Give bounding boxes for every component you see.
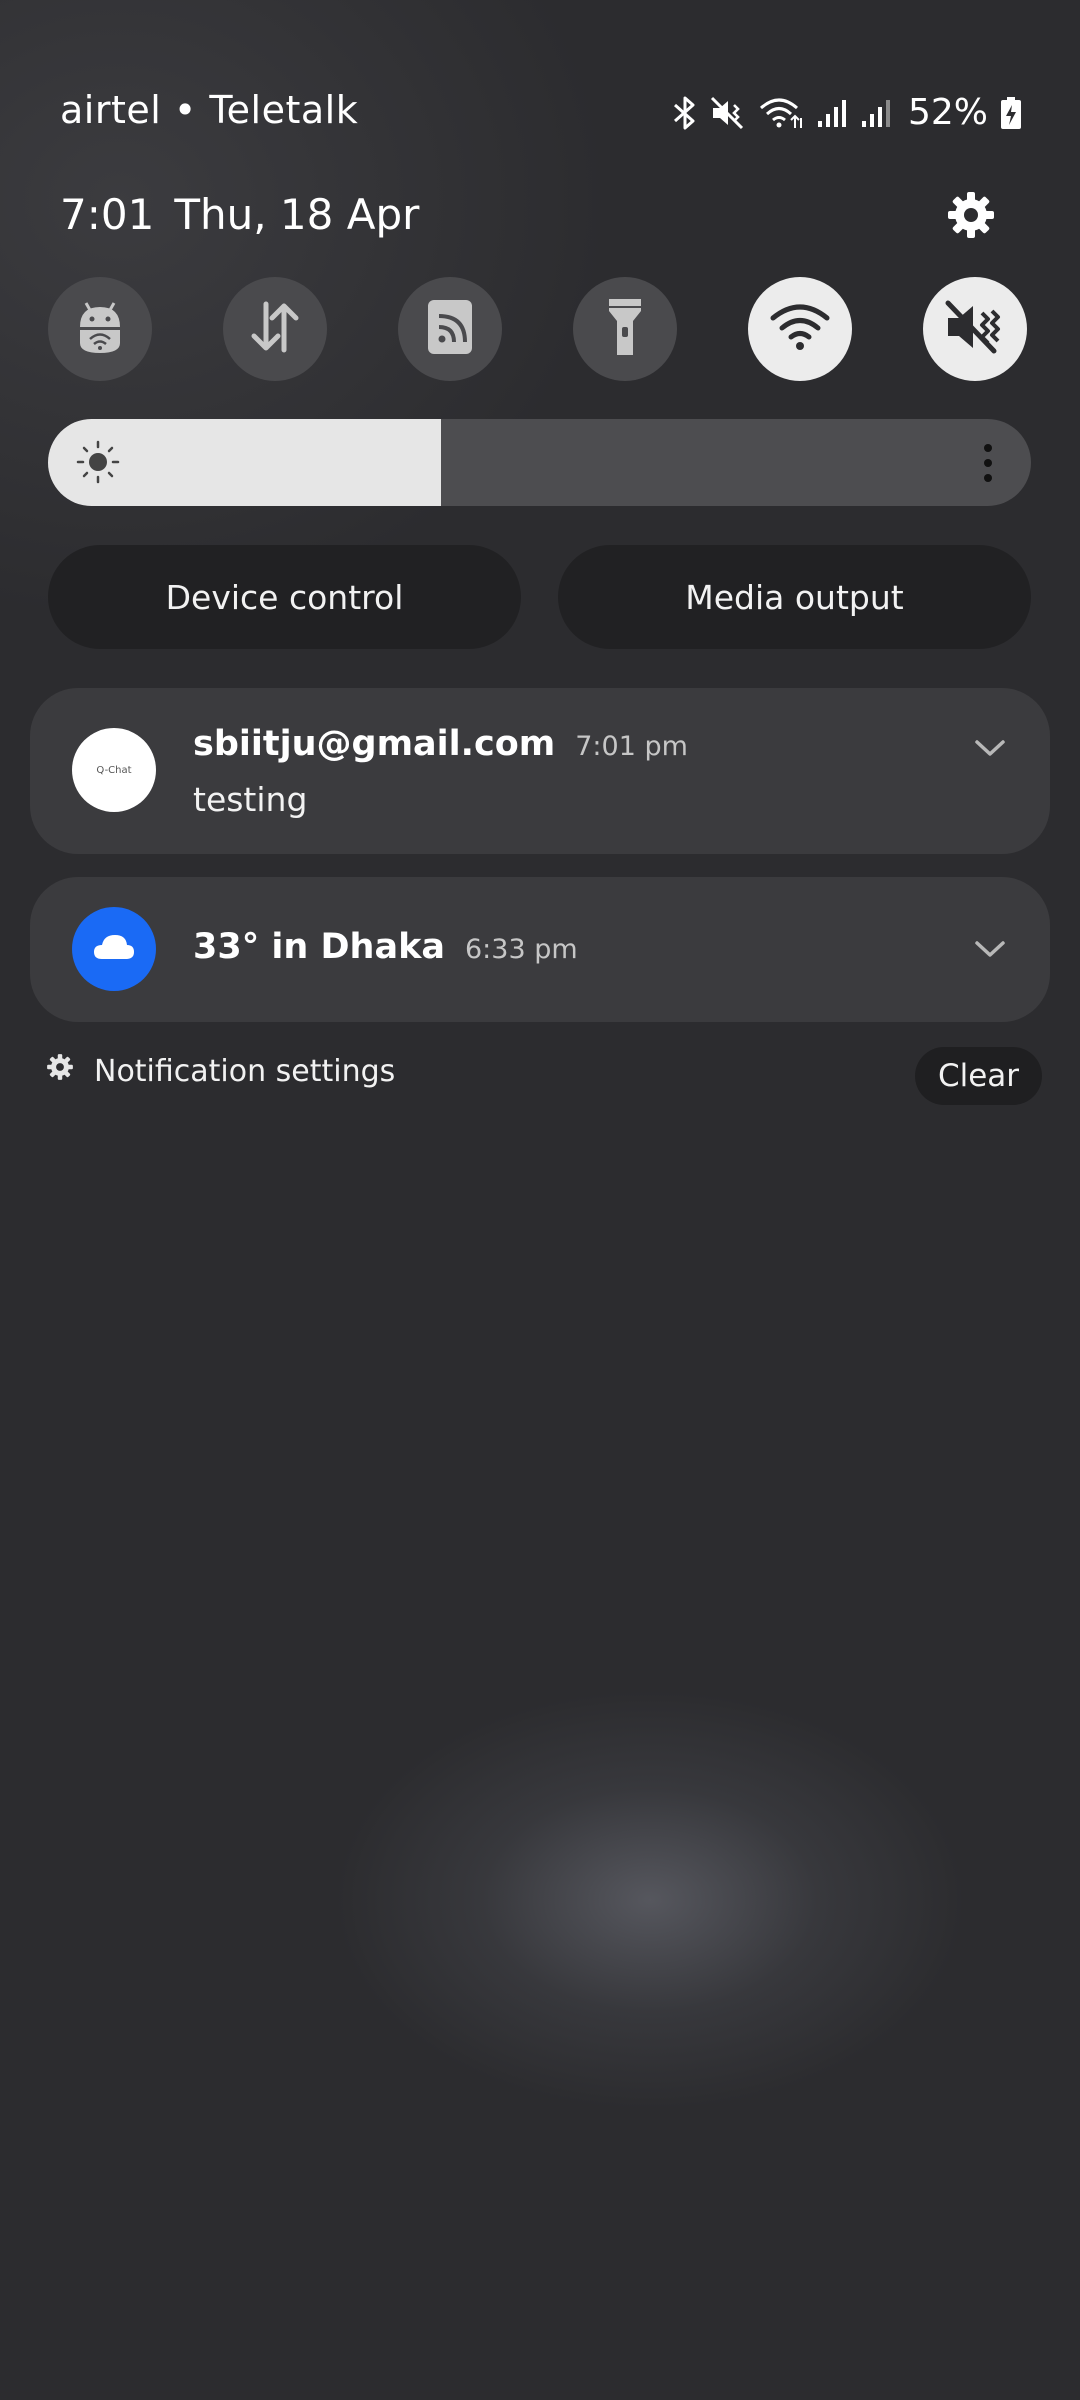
notification-settings-link[interactable]: Notification settings [46, 1053, 395, 1089]
bluetooth-icon [672, 95, 698, 131]
device-control-button[interactable]: Device control [48, 545, 521, 649]
app-badge-label: Q-Chat [96, 764, 132, 776]
notification-time: 7:01 pm [575, 731, 688, 762]
chevron-down-icon[interactable] [974, 939, 1006, 963]
clear-button[interactable]: Clear [915, 1047, 1042, 1105]
media-output-button[interactable]: Media output [558, 545, 1031, 649]
flashlight-icon [607, 297, 643, 361]
tile-mobile-data[interactable] [223, 277, 327, 381]
weather-app-icon [72, 907, 156, 991]
signal-sim1-icon [816, 97, 848, 129]
data-transfer-icon [246, 298, 304, 360]
tile-wifi[interactable] [748, 277, 852, 381]
notification-time: 6:33 pm [464, 934, 578, 965]
wifi-icon [769, 302, 831, 356]
time-label: 7:01 [60, 190, 155, 239]
mute-icon [944, 299, 1006, 359]
notification-title-row: 33° in Dhaka 6:33 pm [193, 927, 578, 967]
battery-charging-icon [1000, 96, 1022, 130]
signal-sim2-icon [860, 97, 892, 129]
notification-card-chat[interactable]: Q-Chat sbiitju@gmail.com 7:01 pm testing [30, 688, 1050, 854]
app-icon-qchat: Q-Chat [72, 728, 156, 812]
chevron-down-icon[interactable] [974, 738, 1006, 762]
android-icon [72, 297, 128, 361]
wifi-icon [758, 96, 804, 130]
notification-settings-label: Notification settings [94, 1053, 396, 1089]
notification-message: testing [193, 780, 308, 819]
brightness-sun-icon [76, 440, 120, 488]
notification-sender: sbiitju@gmail.com [193, 724, 556, 764]
nfc-icon [427, 299, 473, 359]
weather-title: 33° in Dhaka [193, 927, 445, 967]
battery-percent: 52% [907, 92, 988, 133]
cloud-icon [92, 933, 136, 965]
gear-icon [46, 1053, 74, 1089]
tile-sound[interactable] [923, 277, 1027, 381]
tile-android-debug[interactable] [48, 277, 152, 381]
vibrate-mute-icon [710, 96, 746, 130]
tile-flashlight[interactable] [573, 277, 677, 381]
gear-icon[interactable] [946, 190, 996, 240]
tile-nfc[interactable] [398, 277, 502, 381]
clock-row: 7:01 Thu, 18 Apr [60, 190, 419, 239]
notification-title-row: sbiitju@gmail.com 7:01 pm [193, 724, 688, 764]
more-options-icon[interactable] [983, 443, 993, 487]
notification-card-weather[interactable]: 33° in Dhaka 6:33 pm [30, 877, 1050, 1022]
brightness-slider[interactable] [48, 419, 1031, 506]
date-label: Thu, 18 Apr [174, 190, 420, 239]
status-icons: 52% [672, 92, 1022, 133]
carrier-label: airtel • Teletalk [60, 88, 359, 132]
